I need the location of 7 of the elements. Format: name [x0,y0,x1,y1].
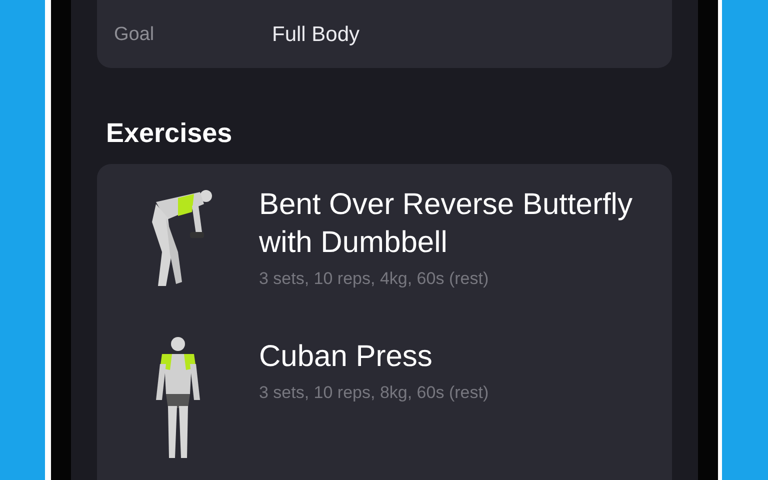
goal-value: Full Body [272,22,360,48]
exercise-details: 3 sets, 10 reps, 8kg, 60s (rest) [259,382,490,404]
exercise-details: 3 sets, 10 reps, 4kg, 60s (rest) [259,268,490,290]
section-title: Exercises [106,117,234,150]
exercise-name: Bent Over Reverse Butterfly with Dumbbell [259,187,634,261]
goal-label: Goal [114,22,156,47]
exercise-name: Cuban Press [259,339,434,375]
